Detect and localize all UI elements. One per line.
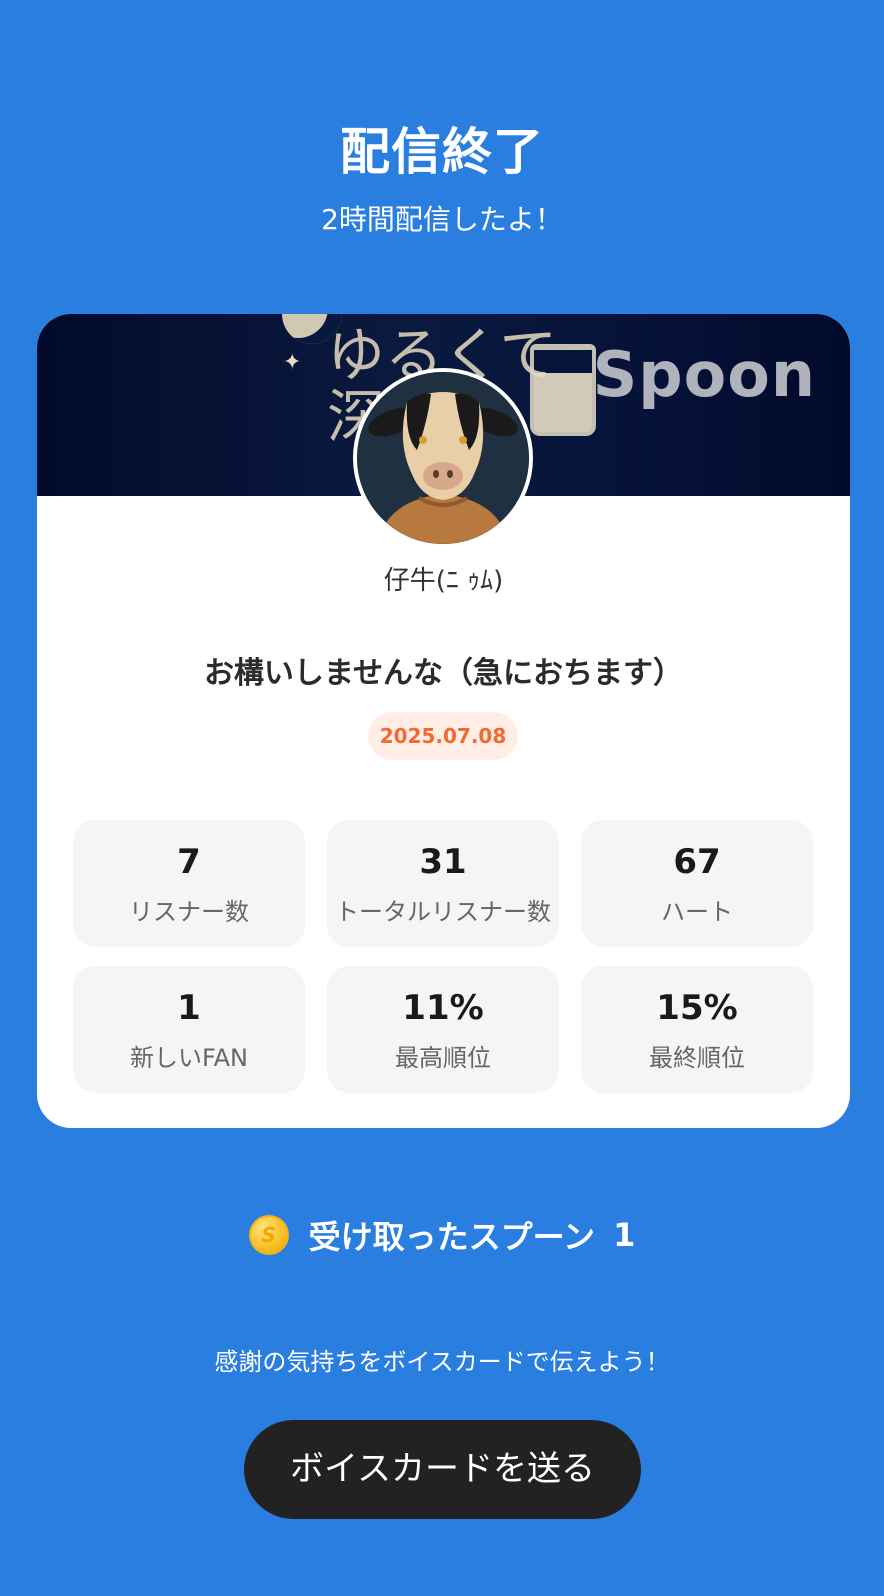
received-spoons-count: 1 xyxy=(613,1216,636,1254)
stat-value: 67 xyxy=(673,842,721,882)
spoon-logo: Spoon xyxy=(592,338,816,411)
thanks-message: 感謝の気持ちをボイスカードで伝えよう！ xyxy=(214,1348,670,1376)
stat-value: 11% xyxy=(402,988,484,1028)
stat-label: リスナー数 xyxy=(129,898,249,926)
stat-value: 7 xyxy=(177,842,201,882)
stat-label: トータルリスナー数 xyxy=(335,898,551,926)
stream-title: お構いしませんな（急におちます） xyxy=(203,656,684,691)
date-badge: 2025.07.08 xyxy=(368,712,518,760)
received-spoons: S 受け取ったスプーン 1 xyxy=(0,1212,884,1262)
stat-total-listeners: 31 トータルリスナー数 xyxy=(327,820,559,947)
milk-glass-icon xyxy=(530,344,596,436)
stat-hearts: 67 ハート xyxy=(581,820,813,947)
received-spoons-label: 受け取ったスプーン xyxy=(308,1218,596,1256)
broadcast-summary-card: ✦ ゆるくて 深 Spoon 仔牛(ﾆ ｩﾑ) お構いしませんな（急におちます）… xyxy=(37,314,850,1128)
stat-value: 15% xyxy=(656,988,738,1028)
stat-label: 最終順位 xyxy=(649,1044,745,1072)
stat-label: ハート xyxy=(661,898,733,926)
avatar[interactable] xyxy=(353,368,533,548)
star-icon: ✦ xyxy=(283,350,302,375)
stat-value: 31 xyxy=(419,842,467,882)
stat-label: 最高順位 xyxy=(395,1044,491,1072)
page-subtitle: 2時間配信したよ！ xyxy=(321,203,563,236)
stat-label: 新しいFAN xyxy=(130,1044,248,1072)
spoon-coin-icon: S xyxy=(248,1215,289,1255)
stat-highest-rank: 11% 最高順位 xyxy=(327,966,559,1093)
stat-new-fans: 1 新しいFAN xyxy=(73,966,305,1093)
stat-listeners: 7 リスナー数 xyxy=(73,820,305,947)
send-voice-card-button[interactable]: ボイスカードを送る xyxy=(244,1420,641,1519)
cow-avatar-icon xyxy=(357,372,529,544)
page-title: 配信終了 xyxy=(340,123,544,181)
username[interactable]: 仔牛(ﾆ ｩﾑ) xyxy=(37,560,850,597)
stat-final-rank: 15% 最終順位 xyxy=(581,966,813,1093)
stat-value: 1 xyxy=(177,988,201,1028)
